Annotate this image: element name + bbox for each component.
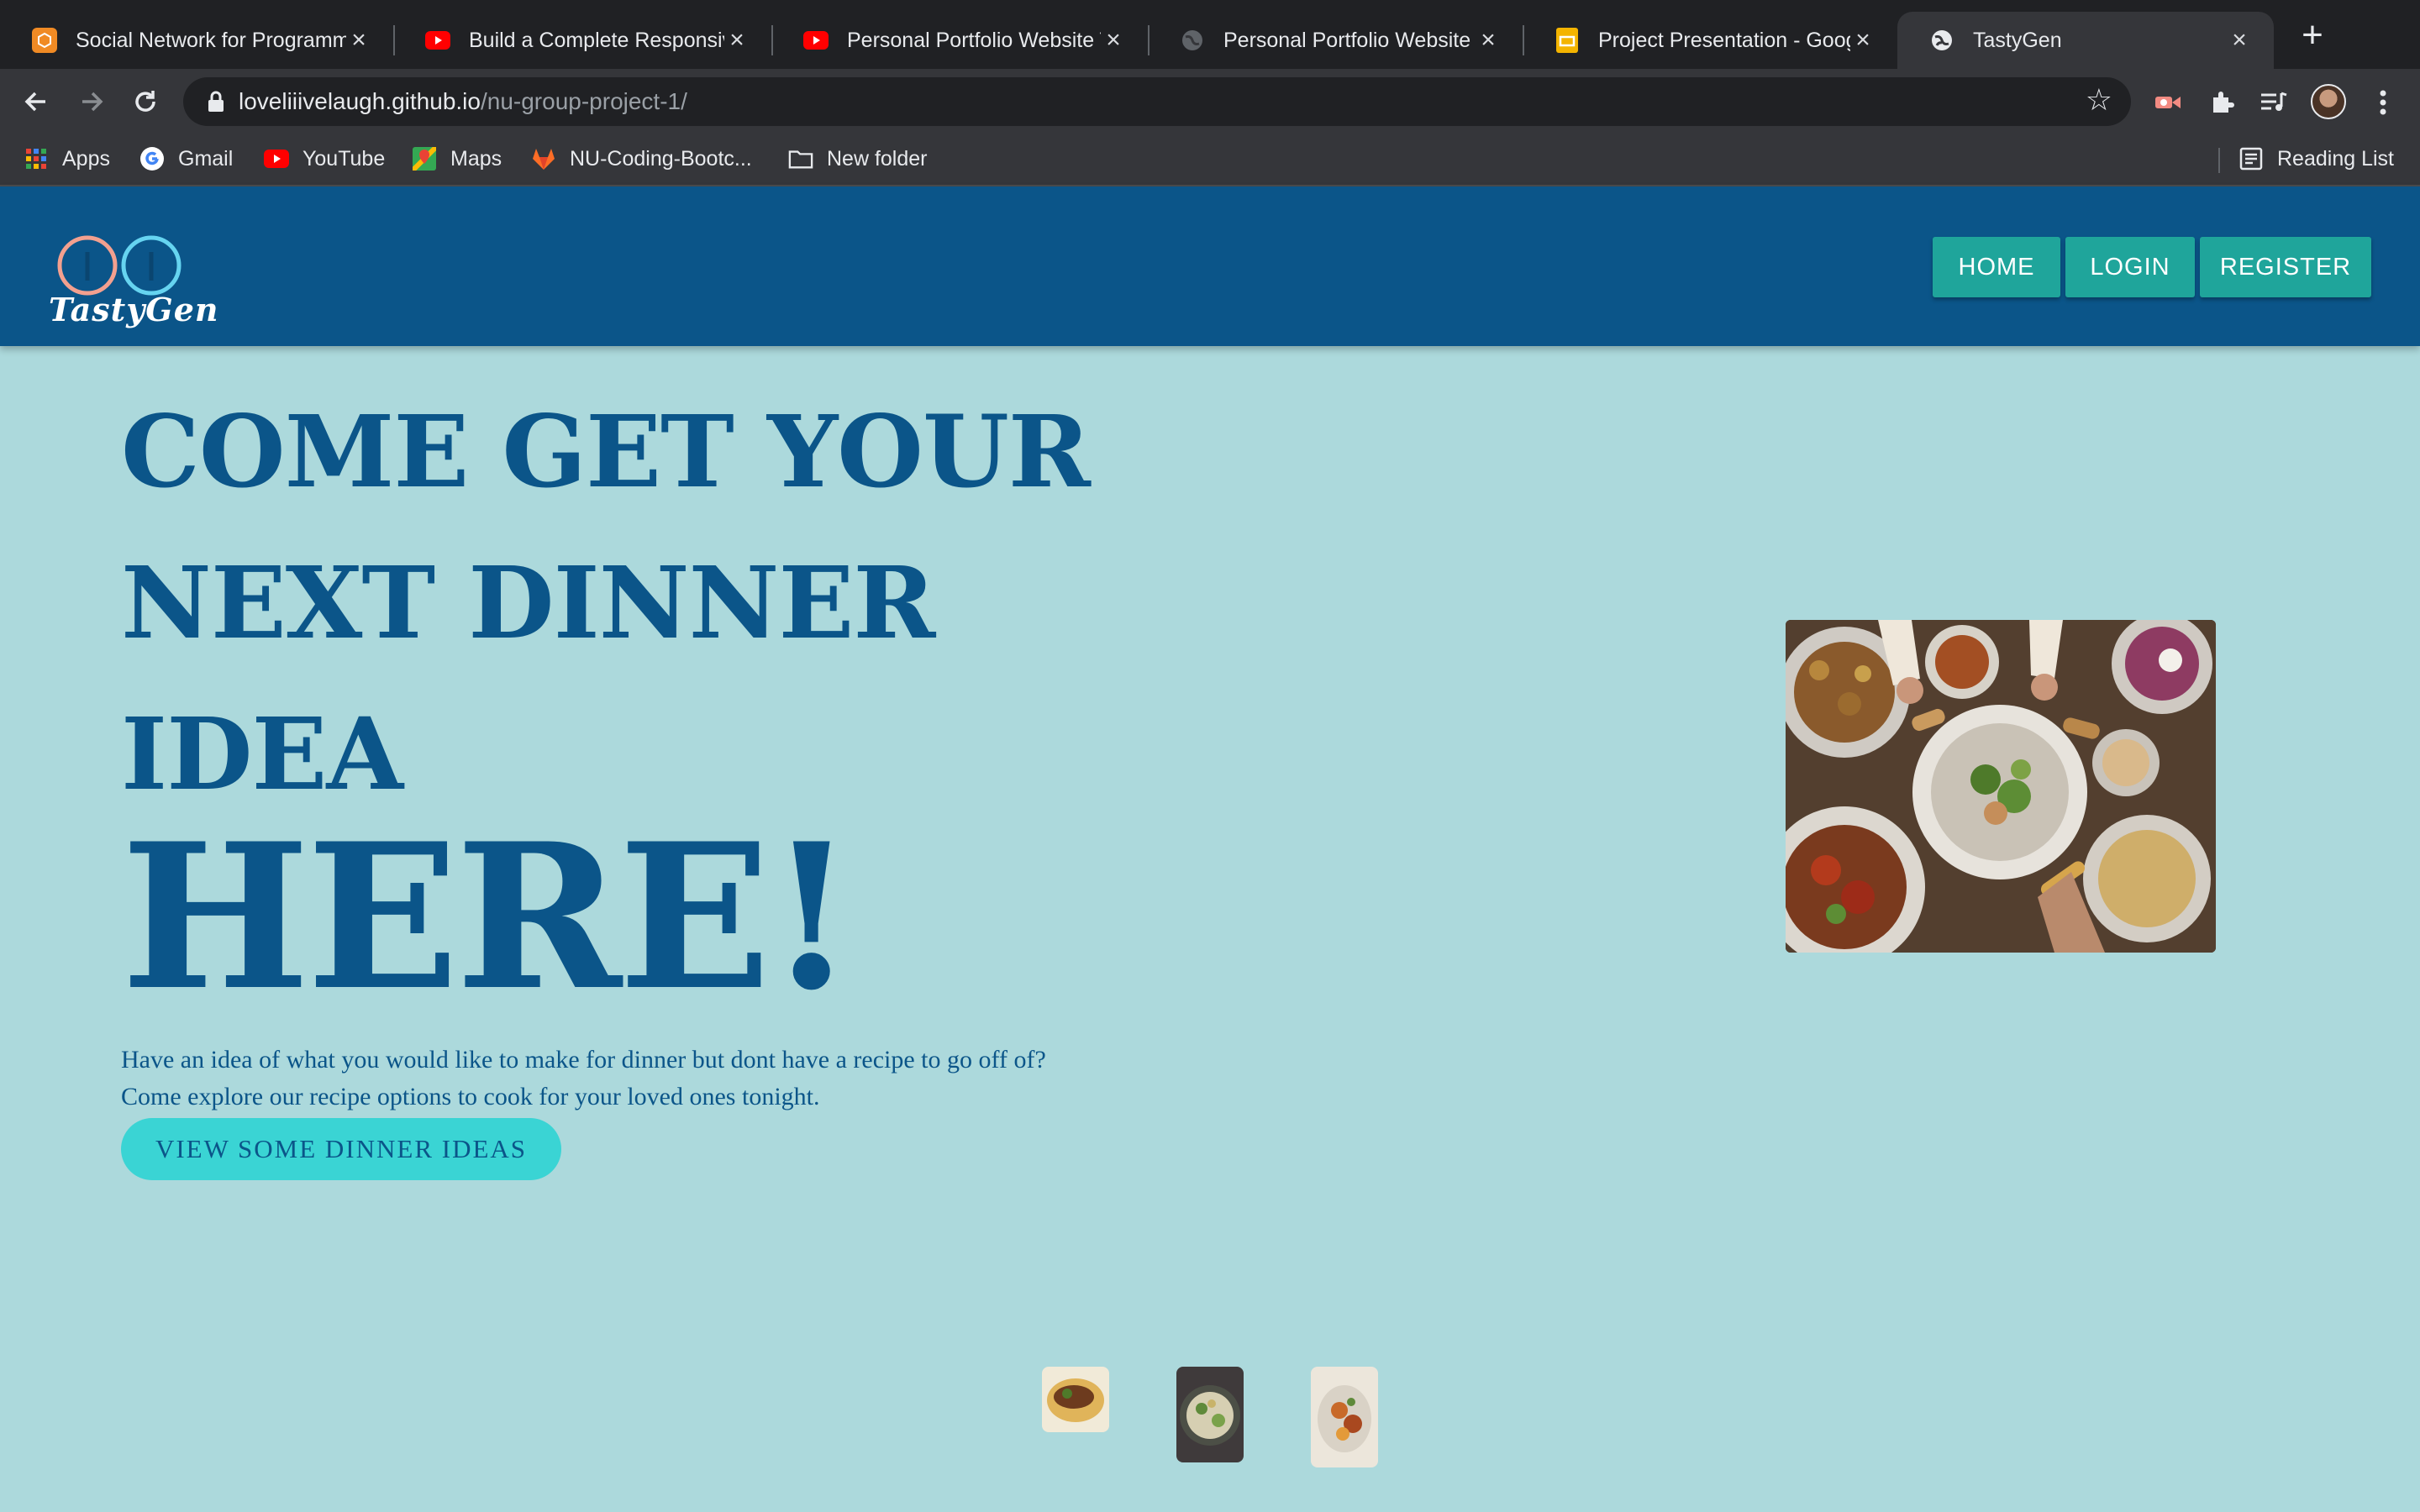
youtube-icon bbox=[803, 28, 829, 53]
headline-line-1: COME GET YOUR bbox=[121, 393, 1091, 510]
bookmark-nu-coding-bootcamp[interactable]: NU-Coding-Bootc... bbox=[531, 146, 752, 171]
media-controls-icon[interactable] bbox=[2255, 84, 2292, 121]
maps-icon bbox=[412, 146, 437, 171]
google-icon bbox=[139, 146, 165, 171]
recipe-thumbnail[interactable] bbox=[1176, 1367, 1244, 1462]
nav-login-button[interactable]: LOGIN bbox=[2065, 237, 2195, 297]
bookmark-youtube[interactable]: YouTube bbox=[264, 146, 385, 171]
tab-tastygen[interactable]: TastyGen × bbox=[1897, 12, 2274, 69]
forward-arrow-icon[interactable] bbox=[71, 81, 113, 123]
tab-portfolio-video[interactable]: Personal Portfolio Website T × bbox=[771, 12, 1148, 69]
nav-home-button[interactable]: HOME bbox=[1933, 237, 2060, 297]
recipe-thumbnail[interactable] bbox=[1311, 1367, 1378, 1467]
globe-icon bbox=[1180, 28, 1205, 53]
bookmark-gmail[interactable]: Gmail bbox=[139, 146, 233, 171]
reading-list-button[interactable]: Reading List bbox=[2238, 146, 2394, 171]
devconnector-icon bbox=[32, 28, 57, 53]
reading-list-icon bbox=[2238, 146, 2264, 171]
url-text: loveliiivelaugh.github.io/nu-group-proje… bbox=[239, 88, 687, 114]
reload-icon[interactable] bbox=[124, 81, 166, 123]
bookmark-star-icon[interactable]: ☆ bbox=[2086, 82, 2112, 118]
address-bar[interactable]: loveliiivelaugh.github.io/nu-group-proje… bbox=[183, 77, 2131, 126]
view-dinner-ideas-button[interactable]: VIEW SOME DINNER IDEAS bbox=[121, 1118, 561, 1180]
menu-kebab-icon[interactable] bbox=[2365, 84, 2402, 121]
close-tab-icon[interactable]: × bbox=[2227, 26, 2252, 55]
bookmark-new-folder[interactable]: New folder bbox=[788, 146, 928, 171]
new-tab-button[interactable]: + bbox=[2294, 17, 2331, 55]
bookmarks-bar: Apps Gmail YouTube Maps NU-Coding-Bootc.… bbox=[0, 134, 2420, 186]
lock-icon bbox=[208, 91, 224, 112]
youtube-icon bbox=[425, 28, 450, 53]
hero-headline: COME GET YOUR NEXT DINNER IDEA HERE! bbox=[121, 376, 1091, 1035]
close-tab-icon[interactable]: × bbox=[1101, 26, 1126, 55]
nav-register-button[interactable]: REGISTER bbox=[2200, 237, 2371, 297]
apps-grid-icon bbox=[24, 146, 49, 171]
globe-icon bbox=[1929, 28, 1954, 53]
browser-tab-strip: Social Network for Programm × Build a Co… bbox=[0, 0, 2420, 69]
hero-food-photo bbox=[1786, 620, 2216, 953]
bookmark-maps[interactable]: Maps bbox=[412, 146, 502, 171]
slides-icon bbox=[1555, 28, 1580, 53]
close-tab-icon[interactable]: × bbox=[1850, 26, 1876, 55]
tastygen-logo[interactable]: TastyGen bbox=[47, 234, 218, 334]
youtube-icon bbox=[264, 146, 289, 171]
tab-portfolio-website[interactable]: Personal Portfolio Website × bbox=[1148, 12, 1523, 69]
extensions-puzzle-icon[interactable] bbox=[2203, 84, 2240, 121]
site-nav: HOME LOGIN REGISTER bbox=[1933, 237, 2371, 297]
tab-social-network[interactable]: Social Network for Programm × bbox=[0, 12, 393, 69]
profile-avatar[interactable] bbox=[2311, 84, 2346, 119]
tab-project-presentation[interactable]: Project Presentation - Googl × bbox=[1523, 12, 1897, 69]
site-header: TastyGen HOME LOGIN REGISTER bbox=[0, 186, 2420, 346]
gitlab-fox-icon bbox=[531, 146, 556, 171]
tab-build-responsive[interactable]: Build a Complete Responsive × bbox=[393, 12, 771, 69]
screen-record-extension-icon[interactable] bbox=[2149, 84, 2186, 121]
close-tab-icon[interactable]: × bbox=[346, 26, 371, 55]
intro-text: Have an idea of what you would like to m… bbox=[121, 1046, 1046, 1110]
browser-toolbar: loveliiivelaugh.github.io/nu-group-proje… bbox=[0, 69, 2420, 134]
recipe-thumbnail[interactable] bbox=[1042, 1367, 1109, 1432]
close-tab-icon[interactable]: × bbox=[1476, 26, 1501, 55]
back-arrow-icon[interactable] bbox=[15, 81, 57, 123]
headline-line-2: NEXT DINNER bbox=[121, 544, 935, 661]
folder-icon bbox=[788, 146, 813, 171]
close-tab-icon[interactable]: × bbox=[724, 26, 750, 55]
bookmark-apps[interactable]: Apps bbox=[24, 146, 110, 171]
headline-here: HERE! bbox=[121, 801, 855, 1035]
